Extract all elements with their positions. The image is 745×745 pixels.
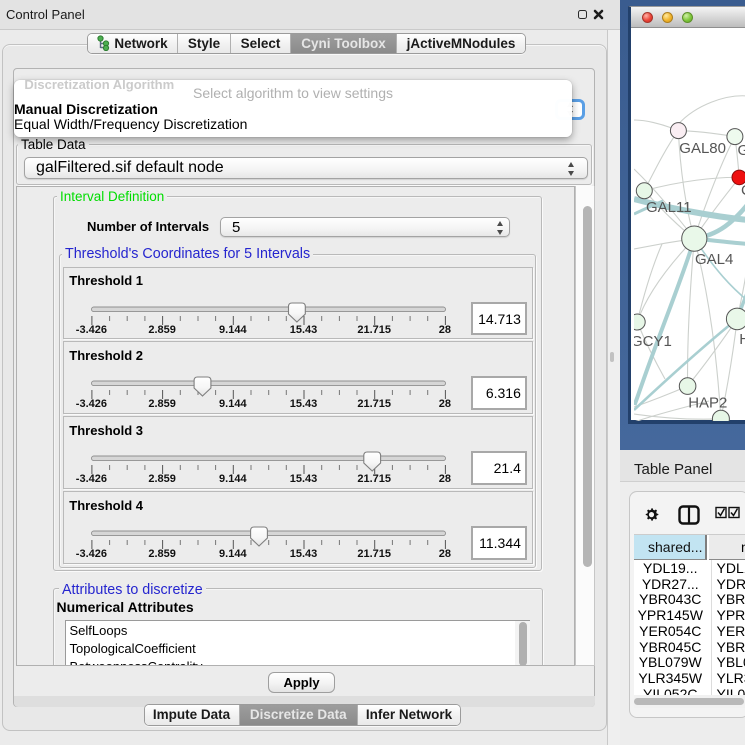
svg-text:GA: GA bbox=[738, 142, 745, 159]
svg-text:C: C bbox=[741, 182, 745, 199]
svg-text:H: H bbox=[739, 331, 745, 348]
svg-text:HAP2: HAP2 bbox=[688, 394, 727, 411]
svg-text:GCY1: GCY1 bbox=[634, 333, 672, 350]
svg-text:GAL80: GAL80 bbox=[679, 140, 726, 157]
svg-text:GAL4: GAL4 bbox=[695, 251, 733, 268]
svg-text:GAL11: GAL11 bbox=[646, 199, 692, 216]
